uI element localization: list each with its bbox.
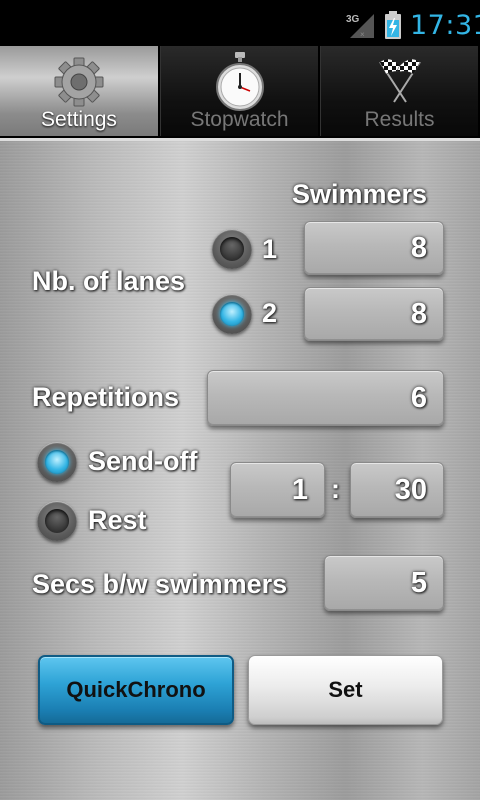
battery-charging-icon xyxy=(385,11,401,39)
lane-2-swimmers-field[interactable]: 8 xyxy=(304,287,444,341)
settings-panel: Swimmers Nb. of lanes 1 8 2 8 Repetition… xyxy=(0,138,480,800)
rest-radio[interactable] xyxy=(37,501,77,541)
checkered-flags-icon xyxy=(378,58,421,103)
lane-1-swimmers-field[interactable]: 8 xyxy=(304,221,444,275)
secs-between-field[interactable]: 5 xyxy=(324,555,444,611)
interval-separator: : xyxy=(331,474,340,504)
set-label: Set xyxy=(328,677,363,702)
interval-seconds-value: 30 xyxy=(394,473,427,506)
swimmers-header: Swimmers xyxy=(292,179,428,209)
rest-label: Rest xyxy=(88,505,147,535)
tab-stopwatch[interactable]: Stopwatch xyxy=(160,46,320,136)
send-off-label: Send-off xyxy=(88,446,198,476)
repetitions-label: Repetitions xyxy=(32,382,180,412)
gear-icon xyxy=(54,57,104,107)
repetitions-value: 6 xyxy=(410,381,427,414)
tab-label: Stopwatch xyxy=(190,108,289,131)
lane-1-radio[interactable] xyxy=(212,229,252,269)
tab-results[interactable]: Results xyxy=(320,46,480,136)
quickchrono-label: QuickChrono xyxy=(66,677,206,702)
secs-between-value: 5 xyxy=(410,566,427,599)
lane-2-swimmers-value: 8 xyxy=(410,297,427,330)
repetitions-field[interactable]: 6 xyxy=(207,370,444,426)
signal-icon: 3G × xyxy=(346,14,374,39)
interval-minutes-field[interactable]: 1 xyxy=(230,462,325,518)
set-button[interactable]: Set xyxy=(248,655,443,725)
lane-2-radio[interactable] xyxy=(212,294,252,334)
svg-text:×: × xyxy=(360,30,365,39)
quickchrono-button[interactable]: QuickChrono xyxy=(38,655,234,725)
tab-settings[interactable]: Settings xyxy=(0,46,160,136)
tab-label: Settings xyxy=(41,108,117,131)
tab-bar: Settings Stopwatch Results xyxy=(0,46,480,138)
tab-label: Results xyxy=(364,108,435,131)
lanes-label: Nb. of lanes xyxy=(32,266,186,296)
secs-between-label: Secs b/w swimmers xyxy=(32,569,288,599)
interval-seconds-field[interactable]: 30 xyxy=(350,462,444,518)
interval-minutes-value: 1 xyxy=(291,473,308,506)
stopwatch-icon xyxy=(215,52,264,111)
lane-1-label: 1 xyxy=(262,234,278,264)
status-bar: 3G × 17:31 xyxy=(0,0,480,50)
lane-1-swimmers-value: 8 xyxy=(410,231,427,264)
lane-2-label: 2 xyxy=(262,298,278,328)
svg-text:3G: 3G xyxy=(346,14,360,25)
send-off-radio[interactable] xyxy=(37,442,77,482)
status-clock: 17:31 xyxy=(410,10,480,41)
